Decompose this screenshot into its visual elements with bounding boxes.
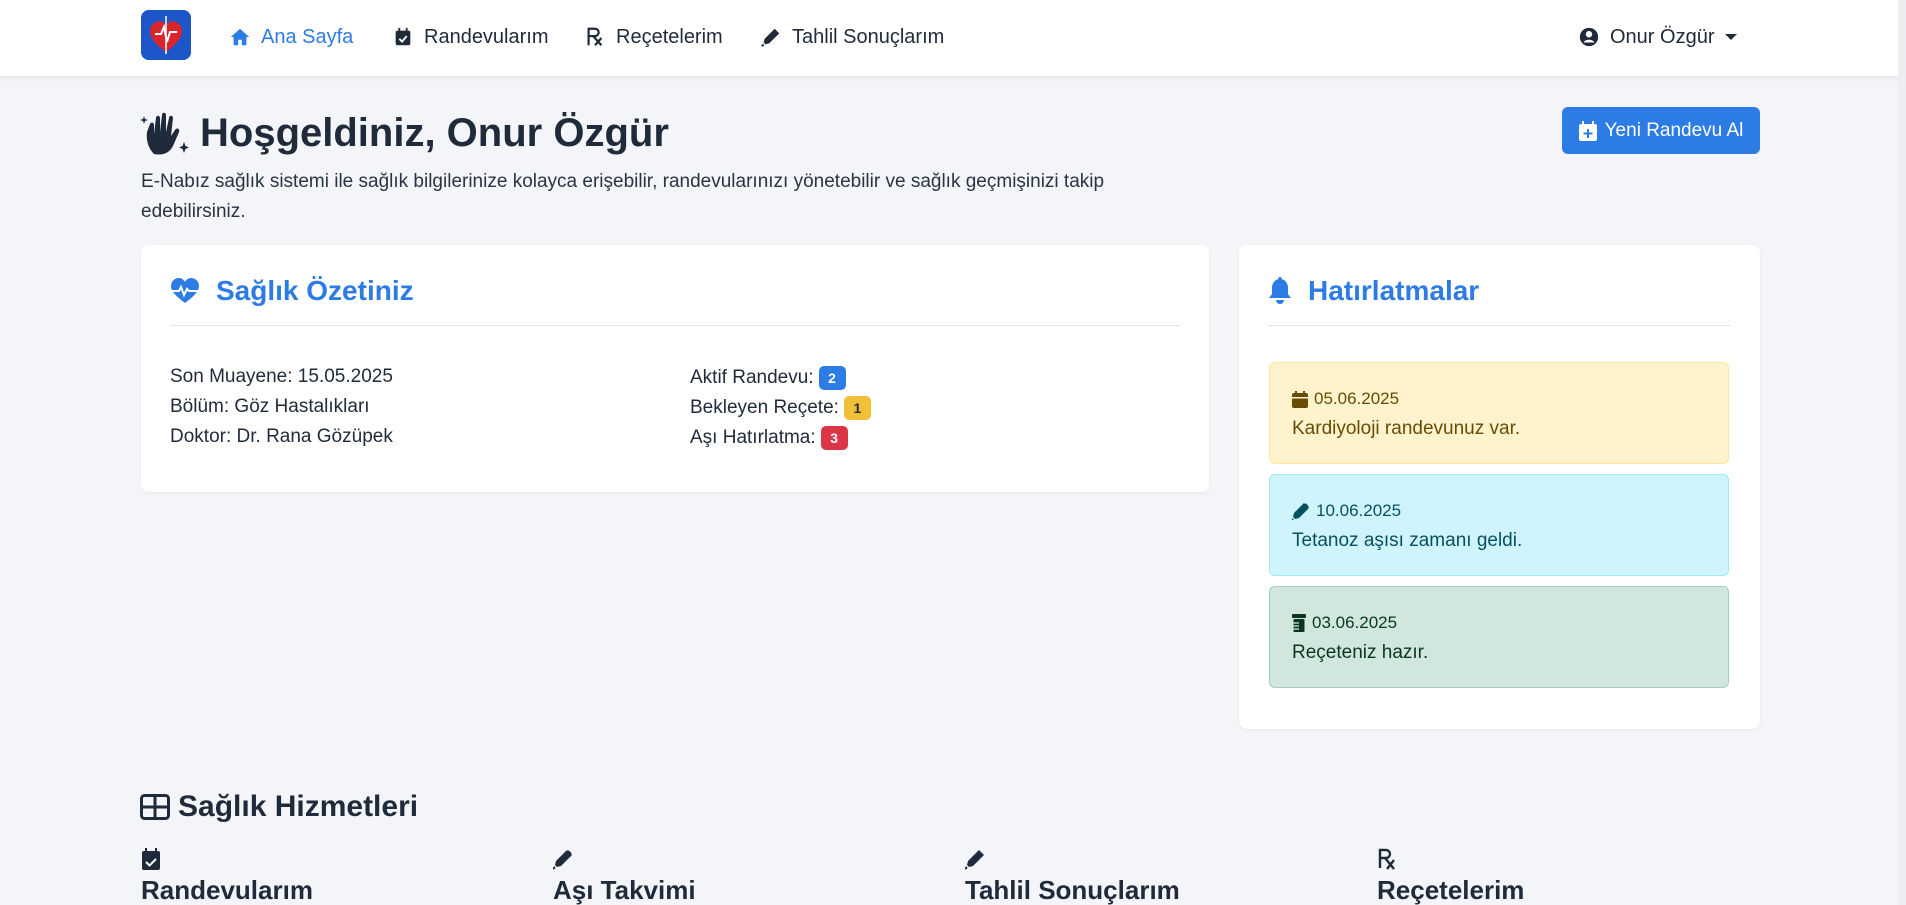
welcome-title: Hoşgeldiniz, Onur Özgür xyxy=(200,110,669,155)
reminder-text: Kardiyoloji randevunuz var. xyxy=(1292,418,1521,439)
user-menu-dropdown[interactable]: Onur Özgür xyxy=(1578,22,1738,52)
heart-logo-icon xyxy=(141,10,191,60)
table-grid-icon xyxy=(140,794,170,820)
nav-item-randevularim[interactable]: Randevularım xyxy=(392,22,549,52)
user-circle-icon xyxy=(1579,27,1599,47)
service-title: Aşı Takvimi xyxy=(553,875,696,905)
bell-icon xyxy=(1269,277,1291,304)
stat-label: Aktif Randevu: xyxy=(690,367,814,388)
top-navbar: Ana Sayfa Randevularım Reçetelerim Tahli… xyxy=(0,0,1906,76)
nav-item-label: Reçetelerim xyxy=(616,25,723,48)
count-badge: 2 xyxy=(818,366,846,390)
page-scrollbar[interactable] xyxy=(1898,0,1906,905)
department-text: Bölüm: Göz Hastalıkları xyxy=(170,396,370,417)
calendar-check-icon xyxy=(142,848,160,870)
service-title: Tahlil Sonuçlarım xyxy=(965,875,1180,905)
reminder-date: 03.06.2025 xyxy=(1312,613,1398,632)
reminder-date-row: 03.06.2025 xyxy=(1292,613,1397,633)
vaccine-reminder-stat: Aşı Hatırlatma: 3 xyxy=(690,426,848,450)
new-appointment-button[interactable]: Yeni Randevu Al xyxy=(1562,107,1760,154)
reminder-date: 10.06.2025 xyxy=(1316,501,1402,520)
nav-item-label: Tahlil Sonuçlarım xyxy=(792,25,945,48)
reminder-item[interactable]: 03.06.2025 Reçeteniz hazır. xyxy=(1269,586,1729,688)
service-title: Reçetelerim xyxy=(1377,875,1525,905)
health-summary-title: Sağlık Özetiniz xyxy=(216,275,414,306)
service-title: Randevularım xyxy=(141,875,313,905)
reminder-text: Tetanoz aşısı zamanı geldi. xyxy=(1292,530,1523,551)
reminder-date-row: 10.06.2025 xyxy=(1292,501,1401,521)
new-appointment-label: Yeni Randevu Al xyxy=(1604,119,1744,141)
reminder-item[interactable]: 05.06.2025 Kardiyoloji randevunuz var. xyxy=(1269,362,1729,464)
page-title: Hoşgeldiniz, Onur Özgür xyxy=(140,108,669,158)
page-description: E-Nabız sağlık sistemi ile sağlık bilgil… xyxy=(141,171,1105,222)
home-icon xyxy=(230,28,250,46)
divider xyxy=(170,325,1180,326)
nav-item-label: Randevularım xyxy=(424,25,549,48)
health-summary-header: Sağlık Özetiniz xyxy=(170,275,414,307)
prescription-icon xyxy=(1378,848,1395,870)
reminder-text: Reçeteniz hazır. xyxy=(1292,642,1429,663)
count-badge: 3 xyxy=(820,426,848,450)
calendar-icon xyxy=(1292,390,1308,408)
prescription-icon xyxy=(587,27,603,46)
nav-item-recetelerim[interactable]: Reçetelerim xyxy=(584,22,723,52)
doctor-text: Doktor: Dr. Rana Gözüpek xyxy=(170,426,393,447)
nav-item-ana-sayfa[interactable]: Ana Sayfa xyxy=(229,22,353,52)
calendar-check-icon xyxy=(395,27,411,46)
reminders-card: Hatırlatmalar 05.06.2025 Kardiyoloji ran… xyxy=(1239,245,1760,729)
syringe-icon xyxy=(1292,503,1309,520)
stat-label: Aşı Hatırlatma: xyxy=(690,427,816,448)
syringe-icon xyxy=(553,850,572,870)
app-logo[interactable] xyxy=(141,10,191,60)
hand-sparkles-icon xyxy=(140,112,189,155)
active-appointment-stat: Aktif Randevu: 2 xyxy=(690,366,846,390)
syringe-icon xyxy=(965,850,984,870)
nav-item-tahlil-sonuclarim[interactable]: Tahlil Sonuçlarım xyxy=(760,22,944,52)
service-card-tahlil-sonuclarim[interactable]: Tahlil Sonuçlarım xyxy=(965,848,1305,905)
nav-item-label: Ana Sayfa xyxy=(261,25,354,48)
count-badge: 1 xyxy=(843,396,871,420)
user-name: Onur Özgür xyxy=(1610,25,1715,48)
service-card-randevularim[interactable]: Randevularım xyxy=(141,848,481,905)
stat-label: Bekleyen Reçete: xyxy=(690,397,839,418)
services-title: Sağlık Hizmetleri xyxy=(178,790,419,823)
caret-down-icon xyxy=(1725,34,1738,40)
services-section-title: Sağlık Hizmetleri xyxy=(140,790,418,824)
reminders-title: Hatırlatmalar xyxy=(1308,275,1480,306)
pending-prescription-stat: Bekleyen Reçete: 1 xyxy=(690,396,871,420)
reminders-header: Hatırlatmalar xyxy=(1268,275,1479,307)
syringe-icon xyxy=(761,28,780,47)
service-card-asi-takvimi[interactable]: Aşı Takvimi xyxy=(553,848,893,905)
calendar-plus-icon xyxy=(1578,120,1597,141)
divider xyxy=(1268,325,1731,326)
last-exam-text: Son Muayene: 15.05.2025 xyxy=(170,366,393,387)
prescription-bottle-icon xyxy=(1292,614,1306,632)
health-summary-card: Sağlık Özetiniz Son Muayene: 15.05.2025 … xyxy=(141,245,1209,492)
service-card-recetelerim[interactable]: Reçetelerim xyxy=(1377,848,1717,905)
reminder-date-row: 05.06.2025 xyxy=(1292,389,1399,409)
heart-pulse-icon xyxy=(171,278,199,303)
reminder-date: 05.06.2025 xyxy=(1314,389,1400,408)
reminder-item[interactable]: 10.06.2025 Tetanoz aşısı zamanı geldi. xyxy=(1269,474,1729,576)
